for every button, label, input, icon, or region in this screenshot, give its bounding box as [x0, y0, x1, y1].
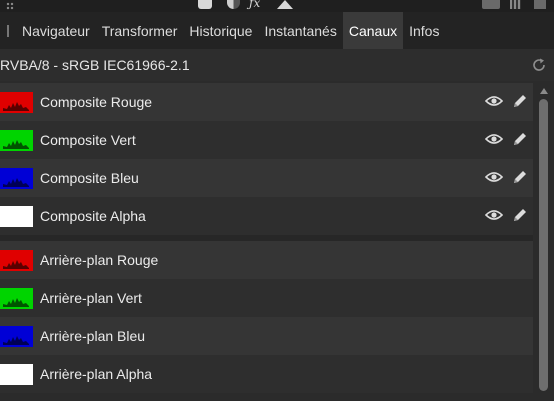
- channel-thumbnail: [0, 167, 33, 189]
- channel-label: Composite Alpha: [40, 208, 146, 224]
- triangle-icon[interactable]: [277, 0, 293, 9]
- panel-tab-bar: Navigateur Transformer Historique Instan…: [0, 12, 554, 49]
- channel-label: Arrière-plan Rouge: [40, 252, 159, 268]
- tab-infos[interactable]: Infos: [403, 12, 445, 49]
- folder-icon[interactable]: [482, 0, 500, 9]
- pencil-icon[interactable]: [512, 93, 528, 109]
- channel-thumbnail: [0, 325, 33, 347]
- color-profile-label: RVBA/8 - sRGB IEC61966-2.1: [0, 57, 190, 73]
- top-toolbar-strip: ƒx: [0, 0, 554, 12]
- channel-row[interactable]: Arrière-plan Alpha: [0, 355, 533, 393]
- channel-label: Arrière-plan Bleu: [40, 328, 146, 344]
- panel-grip-icon[interactable]: [6, 2, 14, 10]
- tab-historique[interactable]: Historique: [183, 12, 258, 49]
- eye-icon[interactable]: [485, 94, 503, 108]
- channel-thumbnail: [0, 129, 33, 151]
- channel-row[interactable]: Composite Vert: [0, 121, 533, 159]
- color-profile-bar: RVBA/8 - sRGB IEC61966-2.1: [0, 49, 554, 81]
- channel-label: Arrière-plan Vert: [40, 290, 142, 306]
- pencil-icon[interactable]: [512, 207, 528, 223]
- reset-icon[interactable]: [531, 57, 547, 73]
- adjustment-icon[interactable]: [227, 0, 240, 9]
- eye-icon[interactable]: [485, 132, 503, 146]
- mask-icon[interactable]: [198, 0, 212, 9]
- tab-instantanes[interactable]: Instantanés: [258, 12, 342, 49]
- eye-icon[interactable]: [485, 208, 503, 222]
- eye-icon[interactable]: [485, 170, 503, 184]
- channel-label: Arrière-plan Alpha: [40, 366, 153, 382]
- tab-transformer[interactable]: Transformer: [96, 12, 184, 49]
- channel-label: Composite Rouge: [40, 94, 153, 110]
- channel-row[interactable]: Arrière-plan Rouge: [0, 241, 533, 279]
- tab-canaux[interactable]: Canaux: [342, 12, 404, 49]
- channel-row[interactable]: Arrière-plan Vert: [0, 279, 533, 317]
- scroll-up-arrow-icon[interactable]: [540, 88, 548, 94]
- channel-thumbnail: [0, 249, 33, 271]
- fx-icon[interactable]: ƒx: [249, 0, 260, 10]
- grid-icon[interactable]: [510, 0, 521, 9]
- channel-thumbnail: [0, 91, 33, 113]
- pencil-icon[interactable]: [512, 169, 528, 185]
- channel-row[interactable]: Composite Alpha: [0, 197, 533, 235]
- channel-label: Composite Bleu: [40, 170, 139, 186]
- channel-label: Composite Vert: [40, 132, 136, 148]
- channel-row[interactable]: Arrière-plan Bleu: [0, 317, 533, 355]
- channel-thumbnail: [0, 363, 33, 385]
- channel-row[interactable]: Composite Rouge: [0, 83, 533, 121]
- tab-grip-icon[interactable]: [0, 12, 16, 49]
- scrollbar-thumb[interactable]: [539, 99, 548, 391]
- channel-thumbnail: [0, 287, 33, 309]
- channel-list: Composite Rouge Composite Vert Composite…: [0, 83, 533, 401]
- channel-thumbnail: [0, 205, 33, 227]
- pencil-icon[interactable]: [512, 131, 528, 147]
- tab-navigateur[interactable]: Navigateur: [16, 12, 96, 49]
- trash-icon[interactable]: [534, 0, 546, 9]
- channel-row[interactable]: Composite Bleu: [0, 159, 533, 197]
